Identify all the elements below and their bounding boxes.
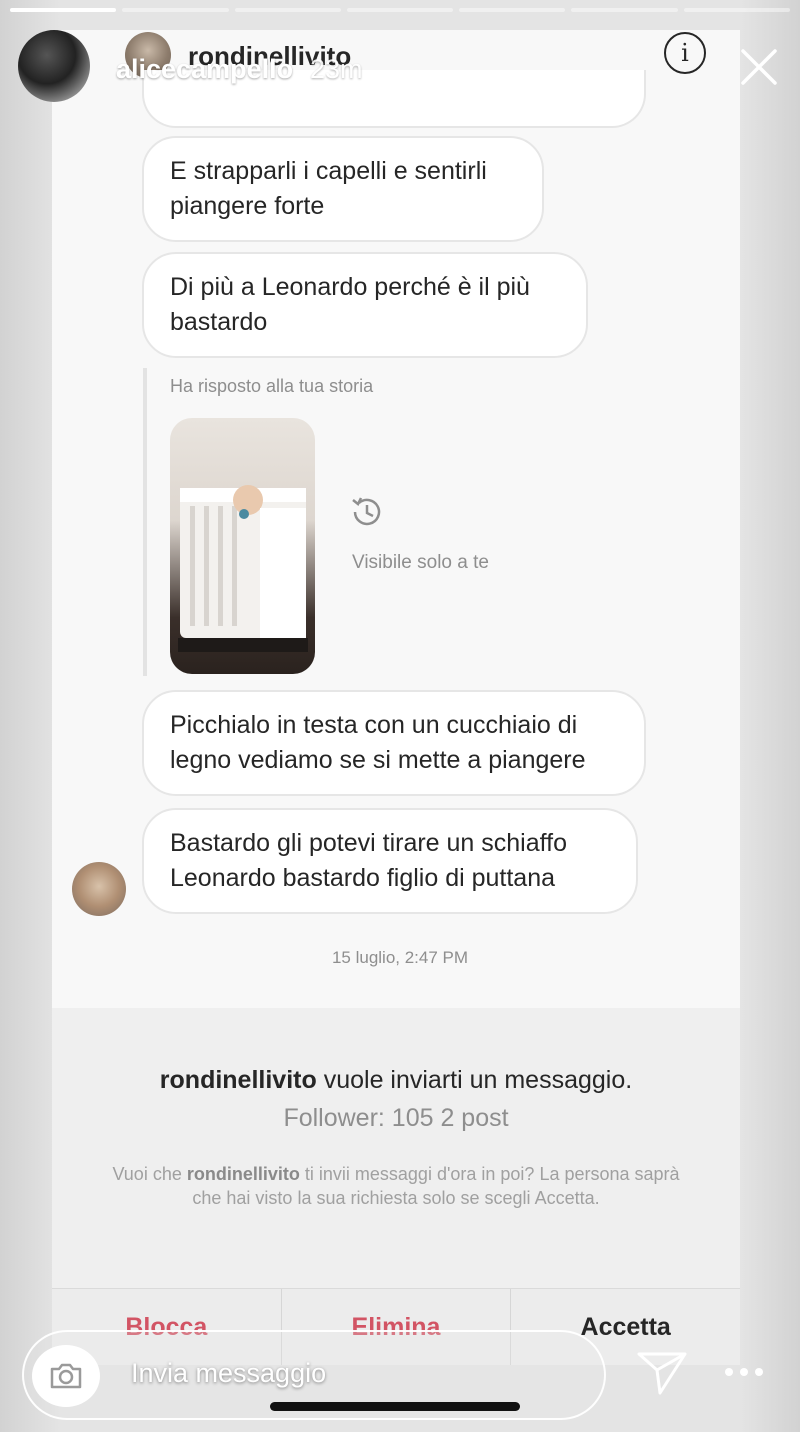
message-bubble: E strapparli i capelli e sentirli piange…: [142, 136, 544, 242]
story-progress-bar: [10, 8, 790, 12]
camera-button[interactable]: [32, 1345, 100, 1407]
message-bubble: Bastardo gli potevi tirare un schiaffo L…: [142, 808, 638, 914]
progress-segment: [10, 8, 117, 12]
home-indicator: [270, 1402, 520, 1411]
sender-avatar: [72, 862, 126, 916]
progress-segment: [234, 8, 341, 12]
message-request-panel: rondinellivito vuole inviarti un messagg…: [52, 1008, 740, 1288]
reply-placeholder[interactable]: Invia messaggio: [131, 1358, 326, 1389]
story-username[interactable]: alicecampello: [116, 54, 293, 85]
request-title-suffix: vuole inviarti un messaggio.: [323, 1066, 633, 1094]
message-text: E strapparli i capelli e sentirli piange…: [170, 157, 487, 220]
progress-segment: [571, 8, 678, 12]
progress-segment: [683, 8, 790, 12]
message-text: Picchialo in testa con un cucchiaio di l…: [170, 711, 586, 774]
message-text: Bastardo gli potevi tirare un schiaffo L…: [170, 829, 567, 892]
visible-only-to-you-note: Visibile solo a te: [352, 552, 489, 573]
progress-segment: [122, 8, 229, 12]
progress-segment: [346, 8, 454, 12]
request-username: rondinellivito: [159, 1066, 317, 1094]
request-description: Vuoi che rondinellivito ti invii messagg…: [112, 1162, 680, 1210]
progress-segment: [459, 8, 566, 12]
message-text: Di più a Leonardo perché è il più bastar…: [170, 273, 530, 336]
request-stats: Follower: 105 2 post: [283, 1104, 509, 1132]
story-reply-divider: [143, 368, 147, 676]
camera-icon: [50, 1363, 82, 1389]
message-timestamp: 15 luglio, 2:47 PM: [331, 948, 469, 967]
crib-image: [178, 485, 308, 652]
message-bubble: Di più a Leonardo perché è il più bastar…: [142, 252, 588, 358]
info-icon[interactable]: i: [664, 32, 706, 74]
history-icon: [352, 497, 381, 526]
request-title: rondinellivito vuole inviarti un messagg…: [52, 1066, 740, 1095]
story-thumbnail[interactable]: [170, 418, 315, 674]
close-icon[interactable]: [738, 46, 780, 88]
story-reply-label: Ha risposto alla tua storia: [170, 376, 374, 396]
story-time: 23m: [310, 54, 363, 84]
send-icon[interactable]: [636, 1350, 688, 1396]
request-desc-username: rondinellivito: [186, 1164, 300, 1184]
more-options-icon[interactable]: [722, 1362, 766, 1382]
story-avatar[interactable]: [18, 30, 90, 102]
request-desc-prefix: Vuoi che: [112, 1164, 182, 1184]
message-bubble: Picchialo in testa con un cucchiaio di l…: [142, 690, 646, 796]
